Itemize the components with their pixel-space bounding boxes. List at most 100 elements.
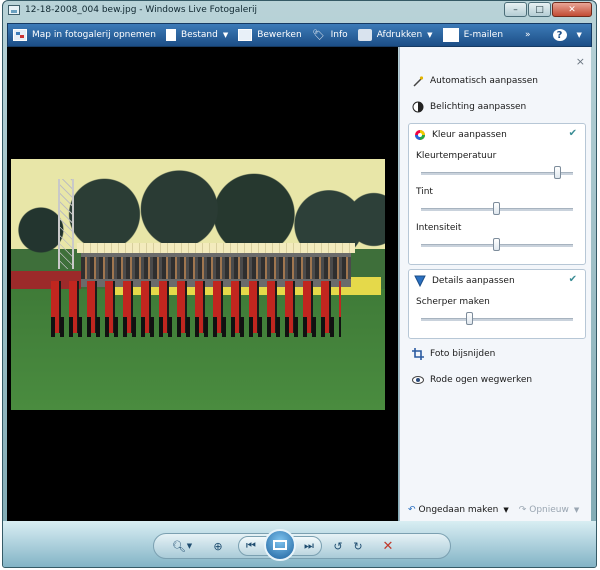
chevron-down-icon: ▼	[427, 31, 433, 39]
chevron-down-icon[interactable]: ▼	[574, 506, 579, 514]
zoom-button[interactable]: 🔍︎ ▼	[168, 537, 196, 555]
tint-label: Tint	[416, 187, 433, 197]
double-chevron-icon: »	[525, 30, 531, 40]
auto-adjust-label: Automatisch aanpassen	[430, 76, 538, 86]
file-menu[interactable]: Bestand ▼	[161, 25, 233, 45]
rotate-right-button[interactable]: ↻	[348, 537, 368, 555]
playback-controls: 🔍︎ ▼ ⊕ ⏮ ⏭ ↺ ↻ ✕	[153, 529, 451, 561]
color-adjust-group: Kleur aanpassen ✔ Kleurtemperatuur Tint …	[408, 123, 586, 265]
email-label: E-mailen	[463, 30, 504, 40]
add-folder-button[interactable]: Map in fotogalerij opnemen	[8, 25, 161, 45]
close-button[interactable]: ✕	[552, 2, 592, 17]
crop-label: Foto bijsnijden	[430, 349, 496, 359]
color-adjust-header[interactable]: Kleur aanpassen	[414, 129, 507, 141]
detail-adjust-group: Details aanpassen ✔ Scherper maken	[408, 269, 586, 339]
history-actions: ↶ Ongedaan maken ▼ ↷ Opnieuw ▼	[408, 505, 579, 515]
navigation-group: ⏮ ⏭	[238, 529, 322, 561]
next-icon: ⏭	[304, 539, 314, 552]
close-panel-button[interactable]: ×	[576, 55, 585, 68]
slider-thumb[interactable]	[493, 238, 500, 251]
sharpen-label: Scherper maken	[416, 297, 490, 307]
app-window: 12-18-2008_004 bew.jpg - Windows Live Fo…	[2, 0, 597, 568]
command-bar: Map in fotogalerij opnemen Bestand ▼ Bew…	[7, 23, 592, 47]
sharpen-slider[interactable]	[421, 312, 573, 325]
next-button[interactable]: ⏭	[299, 537, 319, 555]
photo	[11, 159, 385, 410]
previous-icon: ⏮	[246, 539, 256, 552]
maximize-button[interactable]: □	[528, 2, 551, 17]
printer-icon	[357, 29, 372, 41]
document-icon	[165, 29, 176, 41]
crop-button[interactable]: Foto bijsnijden	[412, 348, 495, 360]
temperature-slider[interactable]	[421, 166, 573, 179]
edit-label: Bewerken	[257, 30, 302, 40]
mail-icon	[442, 28, 459, 42]
print-menu[interactable]: Afdrukken ▼	[353, 25, 438, 45]
red-eye-button[interactable]: Rode ogen wegwerken	[412, 374, 532, 386]
slider-thumb[interactable]	[493, 202, 500, 215]
chevron-down-icon: ▼	[576, 31, 582, 39]
redo-icon: ↷	[518, 505, 527, 515]
info-button[interactable]: 🏷 Info	[307, 25, 353, 45]
magic-wand-icon	[412, 75, 424, 87]
crop-icon	[412, 348, 424, 360]
fit-icon: ⊕	[213, 539, 223, 553]
info-label: Info	[330, 30, 348, 40]
more-commands-button[interactable]: »	[520, 25, 536, 45]
edit-button[interactable]: Bewerken	[233, 25, 306, 45]
app-icon	[8, 5, 20, 15]
detail-adjust-title: Details aanpassen	[432, 276, 515, 286]
fix-panel: × Automatisch aanpassen Belichting aanpa…	[399, 47, 591, 521]
gallery-icon	[13, 29, 27, 41]
window-controls: – □ ✕	[503, 2, 592, 17]
tag-icon: 🏷	[312, 29, 325, 41]
exposure-button[interactable]: Belichting aanpassen	[412, 101, 526, 113]
exposure-label: Belichting aanpassen	[430, 102, 527, 112]
redo-label: Opnieuw	[529, 505, 569, 515]
undo-label: Ongedaan maken	[418, 505, 499, 515]
help-menu[interactable]: ? ▼	[548, 25, 587, 45]
delete-icon: ✕	[382, 538, 394, 554]
tint-slider[interactable]	[421, 202, 573, 215]
rotate-left-icon: ↺	[333, 539, 343, 553]
minimize-button[interactable]: –	[504, 2, 527, 17]
saturation-slider[interactable]	[421, 238, 573, 251]
photo-viewer	[7, 47, 398, 521]
file-menu-label: Bestand	[180, 30, 218, 40]
chevron-down-icon: ▼	[186, 542, 193, 550]
slideshow-icon	[273, 540, 287, 550]
detail-adjust-header[interactable]: Details aanpassen	[414, 275, 515, 287]
actual-size-button[interactable]: ⊕	[208, 537, 228, 555]
previous-button[interactable]: ⏮	[241, 537, 261, 555]
contrast-icon	[412, 101, 424, 113]
temperature-label: Kleurtemperatuur	[416, 151, 497, 161]
add-folder-label: Map in fotogalerij opnemen	[32, 30, 156, 40]
delete-button[interactable]: ✕	[378, 537, 398, 555]
print-label: Afdrukken	[376, 30, 423, 40]
email-button[interactable]: E-mailen	[438, 25, 508, 45]
color-wheel-icon	[414, 129, 426, 141]
check-icon: ✔	[568, 274, 577, 285]
rotate-left-button[interactable]: ↺	[328, 537, 348, 555]
help-icon: ?	[552, 29, 567, 41]
chevron-down-icon: ▼	[222, 31, 229, 39]
red-eye-label: Rode ogen wegwerken	[430, 375, 533, 385]
sharpen-icon	[414, 275, 426, 287]
slider-thumb[interactable]	[553, 166, 561, 179]
magnifier-icon: 🔍︎	[171, 539, 186, 553]
saturation-label: Intensiteit	[416, 223, 462, 233]
chevron-down-icon[interactable]: ▼	[503, 506, 508, 514]
edit-icon	[238, 29, 253, 41]
window-title: 12-18-2008_004 bew.jpg - Windows Live Fo…	[25, 5, 258, 15]
undo-icon: ↶	[408, 505, 416, 515]
slideshow-button[interactable]	[264, 529, 296, 561]
redo-button[interactable]: ↷ Opnieuw ▼	[519, 505, 580, 515]
control-bar-area: 🔍︎ ▼ ⊕ ⏮ ⏭ ↺ ↻ ✕	[3, 521, 596, 567]
check-icon: ✔	[568, 128, 577, 139]
eye-icon	[412, 374, 424, 386]
undo-button[interactable]: ↶ Ongedaan maken ▼	[408, 505, 509, 515]
auto-adjust-button[interactable]: Automatisch aanpassen	[412, 75, 538, 87]
rotate-right-icon: ↻	[353, 539, 363, 553]
title-bar[interactable]: 12-18-2008_004 bew.jpg - Windows Live Fo…	[3, 1, 596, 21]
slider-thumb[interactable]	[465, 312, 473, 325]
